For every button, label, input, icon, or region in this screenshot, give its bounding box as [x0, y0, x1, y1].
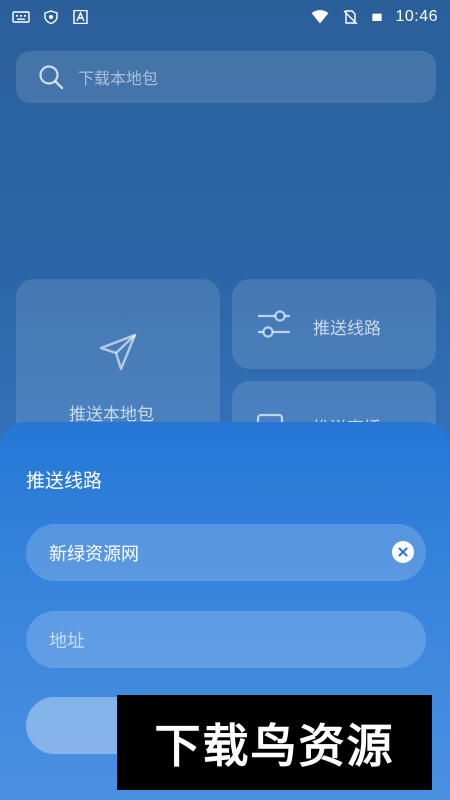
push-stream-label: 推送直播: [313, 414, 381, 422]
status-bar-right: 10:46: [311, 8, 438, 26]
status-time: 10:46: [395, 8, 438, 25]
watermark: 下载鸟资源: [117, 695, 432, 790]
sliders-icon: [258, 310, 290, 338]
shield-icon: [44, 10, 58, 24]
clear-button[interactable]: [392, 541, 414, 563]
search-icon: [39, 65, 64, 90]
wifi-icon: [311, 10, 329, 24]
sheet-title: 推送线路: [26, 470, 103, 492]
push-line-label: 推送线路: [313, 319, 381, 339]
status-bar-left: [12, 10, 90, 24]
send-icon: [99, 333, 137, 371]
address-placeholder: 地址: [49, 630, 85, 652]
search-placeholder: 下载本地包: [78, 69, 159, 88]
battery-charging-icon: [372, 13, 383, 21]
close-icon: [398, 547, 408, 557]
search-bar[interactable]: 下载本地包: [16, 51, 436, 103]
address-field[interactable]: 地址: [26, 611, 426, 668]
status-bar: 10:46: [0, 0, 450, 34]
name-field-value: 新绿资源网: [49, 543, 139, 565]
name-field[interactable]: 新绿资源网: [26, 524, 426, 581]
no-sim-icon: [343, 10, 358, 24]
watermark-text: 下载鸟资源: [154, 718, 395, 773]
a-letter-icon: [73, 10, 88, 24]
keyboard-icon: [12, 11, 30, 23]
